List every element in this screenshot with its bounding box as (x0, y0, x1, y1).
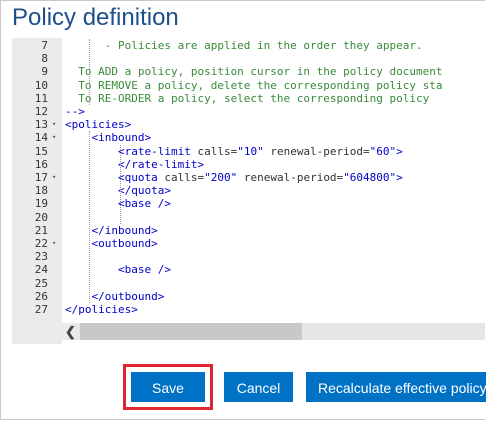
line-number: 22 ▾ (12, 237, 62, 250)
line-number: 13 ▾ (12, 118, 62, 131)
line-number: 23 (12, 250, 62, 263)
line-number-text: 16 (34, 157, 48, 171)
line-number: 18 (12, 184, 62, 197)
line-number: 27 (12, 303, 62, 316)
line-number: 9 (12, 65, 62, 78)
code-line: <rate-limit calls="10" renewal-period="6… (65, 144, 403, 158)
line-number-text: 9 (41, 65, 48, 79)
line-number-text: 14 (34, 131, 48, 145)
code-line: <base /> (65, 197, 171, 211)
line-number: 16 (12, 158, 62, 171)
line-number: 10 (12, 79, 62, 92)
line-number: 15 (12, 145, 62, 158)
fold-arrow-icon[interactable]: ▾ (52, 118, 56, 131)
code-line: </quota> (65, 184, 171, 198)
line-number: 20 (12, 211, 62, 224)
line-number-text: 8 (41, 52, 48, 66)
line-number: 11 (12, 92, 62, 105)
line-number-text: 25 (34, 276, 48, 290)
line-number-text: 24 (34, 263, 48, 277)
recalculate-effective-policy-button[interactable]: Recalculate effective policy (306, 372, 486, 402)
line-number: 19 (12, 197, 62, 210)
code-line: To RE-ORDER a policy, select the corresp… (65, 91, 430, 105)
code-line: </outbound> (65, 289, 165, 303)
save-button[interactable]: Save (131, 372, 205, 402)
line-number: 7 (12, 39, 62, 52)
code-line: To ADD a policy, position cursor in the … (65, 65, 443, 79)
fold-arrow-icon[interactable]: ▾ (52, 171, 56, 184)
code-line: </inbound> (65, 223, 158, 237)
code-line: </policies> (65, 303, 138, 316)
line-number: 14 ▾ (12, 131, 62, 144)
line-number-text: 20 (34, 210, 48, 224)
line-number-text: 15 (34, 144, 48, 158)
code-line: </rate-limit> (65, 157, 205, 171)
line-number: 25 (12, 277, 62, 290)
code-line: <inbound> (65, 131, 152, 145)
line-number-text: 10 (34, 78, 48, 92)
indent-guide (89, 131, 90, 303)
fold-arrow-icon[interactable]: ▾ (52, 131, 56, 144)
page-title: Policy definition (12, 4, 179, 31)
fold-arrow-icon[interactable]: ▾ (52, 237, 56, 250)
code-line: <base /> (65, 263, 171, 277)
line-number-text: 17 (34, 171, 48, 184)
line-number-gutter: 7 8 9 10 11 12 13 ▾ 14 ▾ 15 16 17 ▾ 18 19 20 21 22 ▾ 23 24 25 2… (12, 38, 62, 344)
line-number: 21 (12, 224, 62, 237)
code-line: --> (65, 105, 85, 118)
line-number: 8 (12, 52, 62, 65)
line-number: 12 (12, 105, 62, 118)
indent-guide (89, 39, 90, 105)
code-line: To REMOVE a policy, delete the correspon… (65, 78, 443, 92)
line-number-text: 12 (34, 105, 48, 118)
code-line: <policies> (65, 118, 132, 132)
line-number-text: 21 (34, 223, 48, 237)
code-area[interactable]: - Policies are applied in the order they… (62, 38, 485, 344)
code-line: <quota calls="200" renewal-period="60480… (65, 171, 403, 184)
line-number-text: 13 (34, 118, 48, 132)
horizontal-scrollbar[interactable]: ❮ (62, 323, 485, 340)
code-line: - Policies are applied in the order they… (65, 39, 423, 52)
line-number-text: 11 (34, 91, 48, 105)
scrollbar-thumb[interactable] (80, 323, 302, 340)
scroll-left-icon[interactable]: ❮ (62, 323, 79, 340)
code-editor[interactable]: 7 8 9 10 11 12 13 ▾ 14 ▾ 15 16 17 ▾ 18 19 20 21 22 ▾ 23 24 25 2… (12, 38, 485, 344)
line-number-text: 18 (34, 184, 48, 198)
line-number: 24 (12, 263, 62, 276)
line-number-text: 22 (34, 237, 48, 250)
line-number-text: 23 (34, 250, 48, 264)
code-line: <outbound> (65, 237, 158, 250)
line-number-text: 7 (41, 39, 48, 52)
line-number-text: 26 (34, 289, 48, 303)
indent-guide (120, 144, 121, 224)
cancel-button[interactable]: Cancel (224, 372, 293, 402)
line-number: 26 (12, 290, 62, 303)
line-number-text: 19 (34, 197, 48, 211)
line-number: 17 ▾ (12, 171, 62, 184)
line-number-text: 27 (34, 303, 48, 316)
